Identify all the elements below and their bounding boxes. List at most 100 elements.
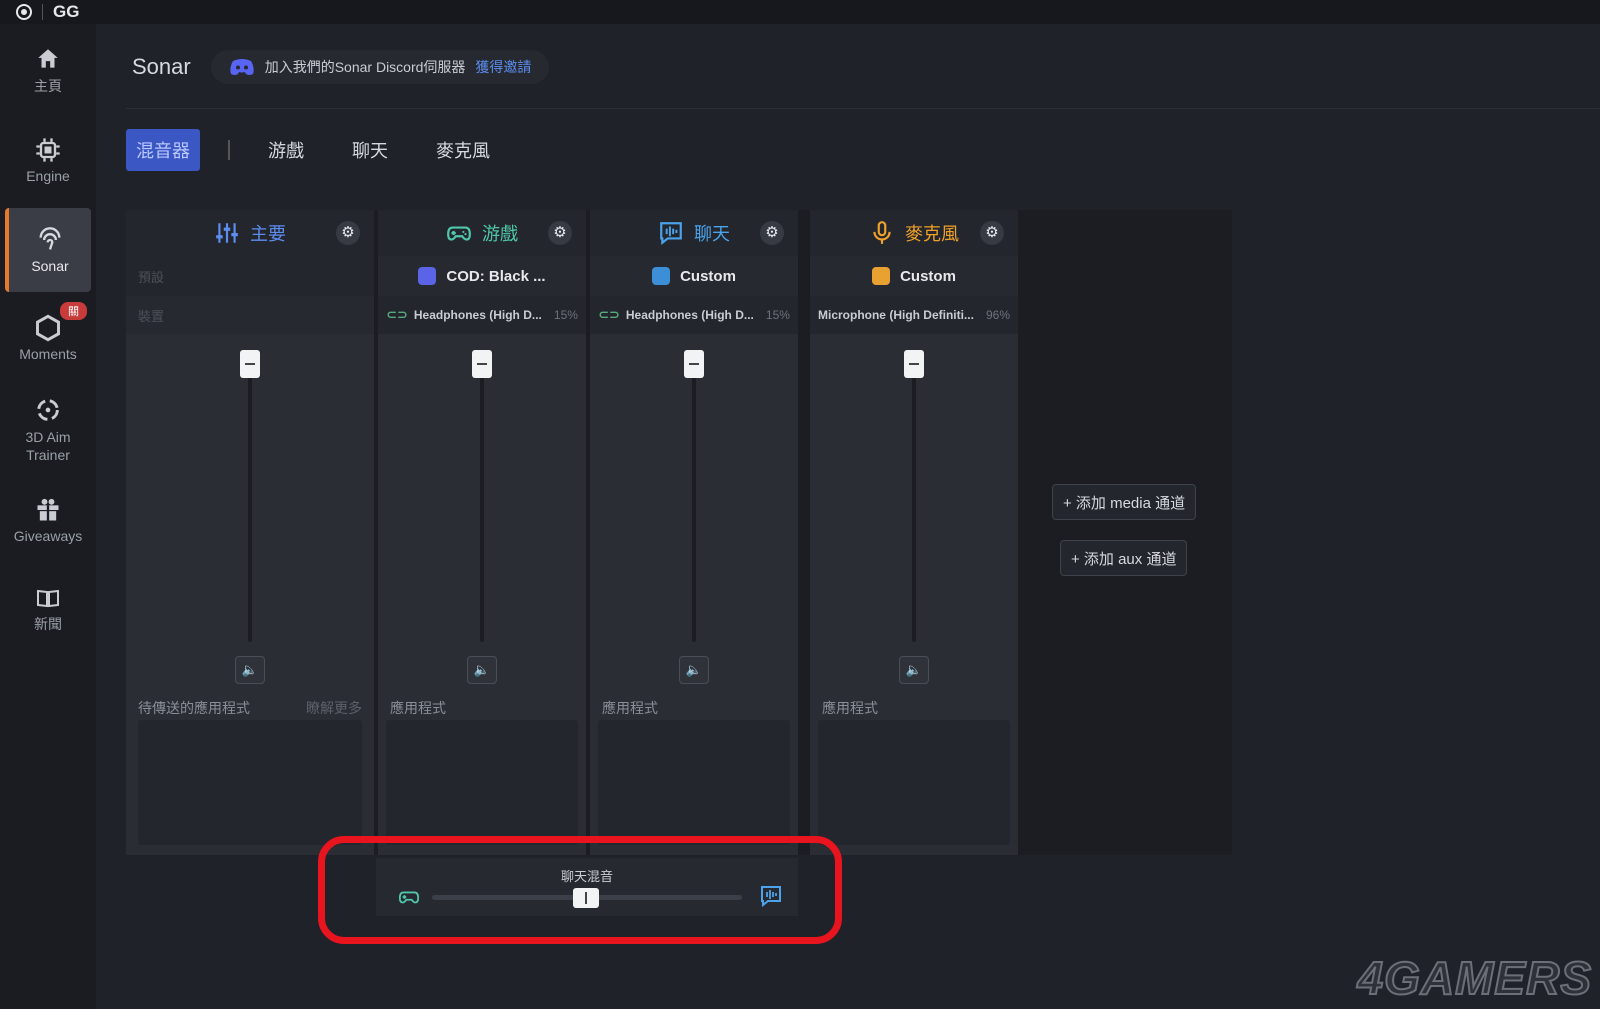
- channel-body: 🔈 應用程式: [378, 334, 586, 855]
- speaker-icon[interactable]: 🔈: [679, 656, 709, 684]
- apps-label: 應用程式: [822, 700, 878, 716]
- channel-device-row: 裝置: [126, 296, 374, 334]
- app-preset-icon: [652, 267, 671, 285]
- channel-body: 🔈 應用程式: [810, 334, 1018, 855]
- channel-header: 主要 ⚙: [126, 210, 374, 256]
- channel-mic: 麥克風 ⚙ Custom Microphone (High Definiti..…: [810, 210, 1018, 855]
- channel-preset-row[interactable]: Custom: [810, 256, 1018, 296]
- gift-icon: [37, 498, 59, 521]
- status-badge: 關: [60, 302, 87, 320]
- preset-name: COD: Black ...: [446, 267, 546, 285]
- volume-track: [480, 352, 484, 642]
- tab-divider: [228, 140, 230, 160]
- channel-header: 游戲 ⚙: [378, 210, 586, 256]
- main-content: Sonar 加入我們的Sonar Discord伺服器 獲得邀請 混音器 游戲 …: [96, 24, 1600, 1009]
- channel-header: 麥克風 ⚙: [810, 210, 1018, 256]
- volume-track: [692, 352, 696, 642]
- annotation-highlight: [318, 836, 842, 944]
- sidebar-item-label: Moments: [19, 346, 77, 362]
- discord-banner-text: 加入我們的Sonar Discord伺服器: [264, 59, 466, 75]
- tab-mixer[interactable]: 混音器: [126, 129, 200, 171]
- gear-icon[interactable]: ⚙: [548, 221, 572, 245]
- app-list: [598, 720, 790, 845]
- channel-chat: 聊天 ⚙ Custom ⊂⊃ Headphones (High D... 15%…: [590, 210, 798, 855]
- volume-slider-handle[interactable]: [684, 350, 704, 378]
- gear-icon[interactable]: ⚙: [760, 221, 784, 245]
- channel-preset-row[interactable]: Custom: [590, 256, 798, 296]
- tab-bar: 混音器 游戲 聊天 麥克風: [126, 129, 538, 171]
- tab-chat[interactable]: 聊天: [352, 137, 388, 163]
- discord-icon: [230, 59, 254, 75]
- sidebar-item-label: Sonar: [31, 258, 69, 274]
- apps-label: 應用程式: [602, 700, 658, 716]
- chat-bubble-icon: [660, 222, 682, 246]
- volume-slider-handle[interactable]: [472, 350, 492, 378]
- app-preset-icon: [418, 267, 437, 285]
- channel-title: 游戲: [482, 224, 518, 244]
- home-icon: [38, 49, 58, 68]
- header-divider: [126, 108, 1600, 109]
- device-volume: 15%: [765, 308, 790, 322]
- channel-body: 🔈 應用程式: [590, 334, 798, 855]
- apps-label: 待傳送的應用程式: [138, 700, 250, 716]
- sidebar-item-home[interactable]: 主頁: [5, 46, 91, 96]
- tab-mic[interactable]: 麥克風: [436, 137, 490, 163]
- discord-banner: 加入我們的Sonar Discord伺服器 獲得邀請: [210, 50, 550, 84]
- tab-game[interactable]: 游戲: [268, 137, 304, 163]
- mixer-panel: 主要 ⚙ 預設 裝置 🔈 待傳送的應用程式 瞭解更多 游戲 ⚙ COD: Bla…: [126, 210, 1232, 855]
- app-list: [818, 720, 1010, 845]
- preset-name: Custom: [680, 267, 736, 285]
- channel-header: 聊天 ⚙: [590, 210, 798, 256]
- gamepad-icon: [447, 226, 471, 241]
- channel-main: 主要 ⚙ 預設 裝置 🔈 待傳送的應用程式 瞭解更多: [126, 210, 374, 855]
- link-icon: ⊂⊃: [386, 307, 408, 322]
- sidebar-item-news[interactable]: 新聞: [5, 586, 91, 634]
- preset-label: 預設: [138, 269, 165, 285]
- volume-slider-handle[interactable]: [904, 350, 924, 378]
- channel-body: 🔈 待傳送的應用程式 瞭解更多: [126, 334, 374, 855]
- sidebar-item-sonar[interactable]: Sonar: [5, 208, 91, 292]
- apps-label: 應用程式: [390, 700, 446, 716]
- volume-slider-handle[interactable]: [240, 350, 260, 378]
- add-media-channel-button[interactable]: + 添加 media 通道: [1052, 484, 1197, 520]
- steelseries-logo-icon: [16, 4, 32, 20]
- add-aux-channel-button[interactable]: + 添加 aux 通道: [1060, 540, 1188, 576]
- channel-preset-row: 預設: [126, 256, 374, 296]
- sidebar-item-moments[interactable]: 關 Moments: [5, 302, 91, 366]
- channel-game: 游戲 ⚙ COD: Black ... ⊂⊃ Headphones (High …: [378, 210, 586, 855]
- sidebar-item-aim-trainer[interactable]: 3D Aim Trainer: [5, 394, 91, 466]
- speaker-icon[interactable]: 🔈: [235, 656, 265, 684]
- link-icon: ⊂⊃: [598, 307, 620, 322]
- sidebar-item-engine[interactable]: Engine: [5, 134, 91, 186]
- sonar-icon: [39, 227, 61, 250]
- app-preset-icon: [872, 267, 891, 285]
- channel-device-row[interactable]: ⊂⊃ Headphones (High D... 15%: [590, 296, 798, 334]
- device-name: Headphones (High D...: [625, 308, 754, 322]
- channel-device-row[interactable]: Microphone (High Definiti... 96%: [810, 296, 1018, 334]
- sidebar-item-label: 3D Aim Trainer: [25, 429, 71, 463]
- watermark-logo: 4GAMERS: [1357, 951, 1592, 1005]
- channel-title: 聊天: [694, 224, 730, 244]
- speaker-icon[interactable]: 🔈: [899, 656, 929, 684]
- device-name: Microphone (High Definiti...: [817, 308, 974, 322]
- app-list: [138, 720, 362, 845]
- app-list: [386, 720, 578, 845]
- channel-title: 麥克風: [905, 224, 959, 244]
- channel-title: 主要: [250, 224, 286, 244]
- sidebar-item-giveaways[interactable]: Giveaways: [5, 494, 91, 546]
- discord-invite-link[interactable]: 獲得邀請: [475, 57, 531, 77]
- device-volume: 15%: [553, 308, 578, 322]
- learn-more-link[interactable]: 瞭解更多: [306, 698, 362, 718]
- gear-icon[interactable]: ⚙: [980, 221, 1004, 245]
- page-title: Sonar: [132, 54, 191, 79]
- book-icon: [37, 589, 59, 608]
- sidebar: 主頁 Engine Sonar 關 Moments 3D Aim Trainer…: [0, 24, 96, 1009]
- chip-icon: [36, 138, 60, 162]
- gear-icon[interactable]: ⚙: [336, 221, 360, 245]
- sidebar-item-label: 主頁: [34, 78, 62, 94]
- sidebar-item-label: Giveaways: [13, 528, 83, 544]
- channel-device-row[interactable]: ⊂⊃ Headphones (High D... 15%: [378, 296, 586, 334]
- page-header: Sonar 加入我們的Sonar Discord伺服器 獲得邀請: [132, 50, 550, 84]
- speaker-icon[interactable]: 🔈: [467, 656, 497, 684]
- channel-preset-row[interactable]: COD: Black ...: [378, 256, 586, 296]
